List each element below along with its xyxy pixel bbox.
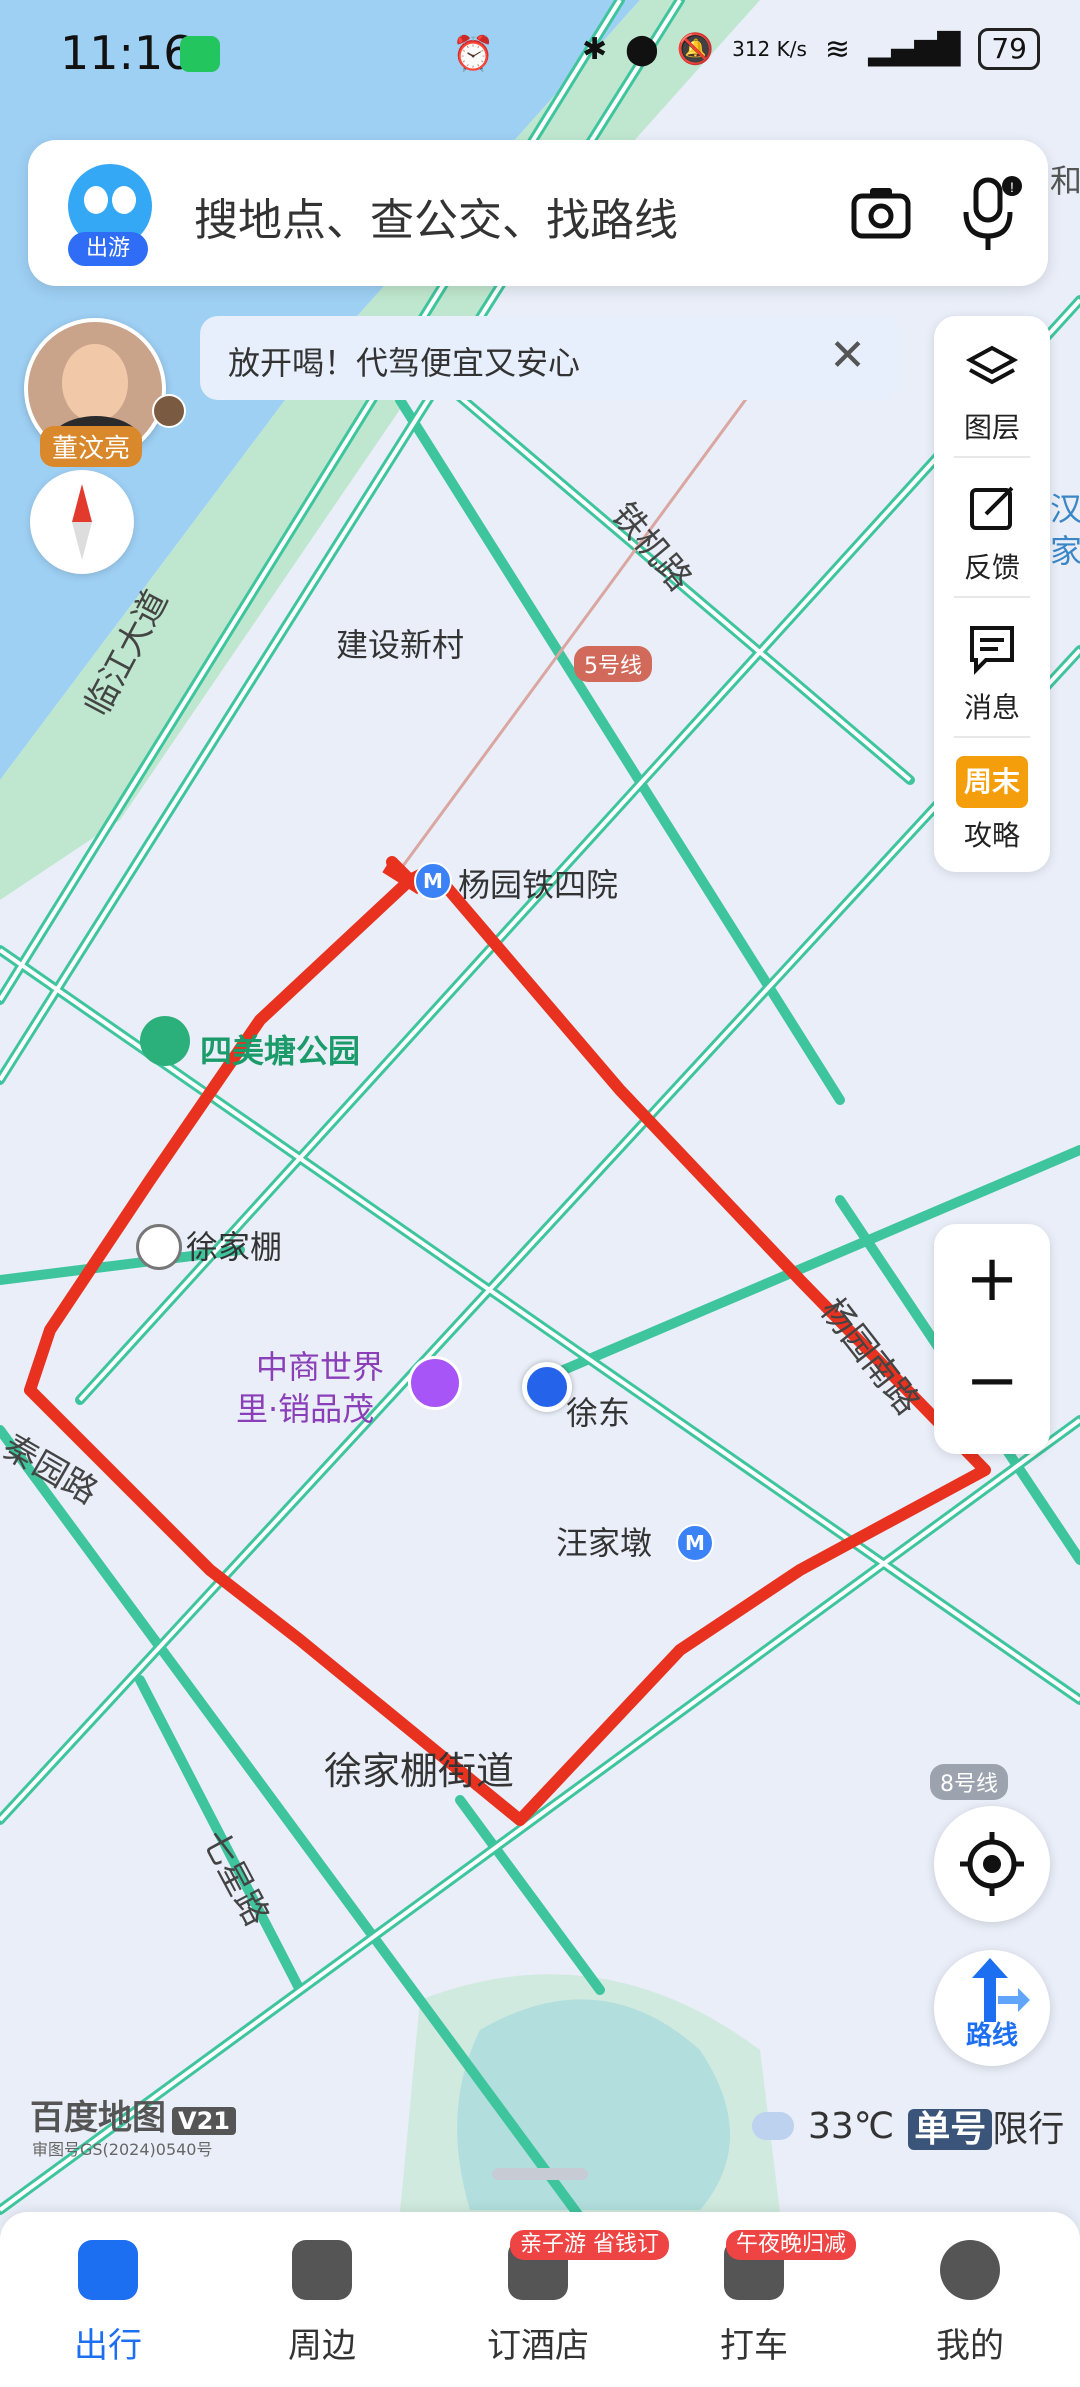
- map-label-edge: 和: [1050, 162, 1080, 200]
- map-label-yangyuan-metro[interactable]: 杨园铁四院: [458, 860, 618, 906]
- weather-widget[interactable]: 33℃ 单号 限行: [750, 2100, 1065, 2152]
- nearby-icon: [292, 2240, 352, 2300]
- sheet-drag-handle[interactable]: [492, 2168, 588, 2180]
- tab-nearby[interactable]: 周边: [242, 2240, 402, 2367]
- weather-icon: [750, 2100, 794, 2140]
- promo-badge: 亲子游 省钱订: [510, 2230, 669, 2260]
- tab-label: 订酒店: [487, 2326, 589, 2366]
- map-brand: 百度地图 V21: [30, 2090, 236, 2139]
- tab-label: 出行: [74, 2326, 142, 2366]
- svg-text:!: !: [1010, 179, 1014, 195]
- status-time: 11:16: [60, 26, 193, 80]
- plate-restriction-tag: 单号: [908, 2109, 993, 2150]
- net-speed: 312 K/s: [732, 37, 807, 61]
- map-label-mall-line2[interactable]: 里·销品茂: [236, 1384, 374, 1430]
- status-bar: 11:16 ⏰ ✱ ⬤ 🔕 312 K/s ≋ ▂▄▆█ 79: [0, 0, 1080, 110]
- travel-icon: [78, 2240, 138, 2300]
- map-label-jianshe[interactable]: 建设新村: [336, 620, 464, 666]
- weekend-guide-icon: 周末: [956, 756, 1028, 808]
- temperature: 33℃: [808, 2105, 895, 2147]
- location-icon: ⬤: [625, 31, 659, 67]
- map-label-street[interactable]: 徐家棚街道: [324, 1740, 514, 1795]
- layers-button[interactable]: 图层: [934, 330, 1050, 458]
- tab-travel[interactable]: 出行: [28, 2240, 188, 2367]
- zoom-control: + −: [934, 1224, 1050, 1454]
- locate-button[interactable]: [934, 1806, 1050, 1922]
- map-label-xudong[interactable]: 徐东: [566, 1388, 630, 1434]
- restriction-label: 限行: [992, 2109, 1065, 2150]
- avatar-tag: 出游: [68, 232, 148, 266]
- map-label-simei-park[interactable]: 四美塘公园: [200, 1026, 360, 1072]
- tool-label: 图层: [963, 411, 1020, 444]
- route-button[interactable]: 路线: [934, 1950, 1050, 2066]
- bottom-tab-bar: 出行 周边 亲子游 省钱订 订酒店 午夜晚归减 打车 我的: [0, 2212, 1080, 2387]
- alarm-icon: ⏰: [452, 34, 495, 74]
- tab-label: 打车: [720, 2326, 788, 2366]
- mute-icon: 🔕: [676, 31, 715, 67]
- metro-icon[interactable]: M: [414, 862, 452, 900]
- bluetooth-icon: ✱: [582, 31, 608, 67]
- tab-label: 周边: [288, 2326, 356, 2366]
- status-right: ✱ ⬤ 🔕 312 K/s ≋ ▂▄▆█ 79: [582, 28, 1040, 70]
- zoom-out-button[interactable]: −: [934, 1344, 1050, 1418]
- mascot-avatar[interactable]: 出游: [62, 164, 158, 266]
- map-label-mall-line1[interactable]: 中商世界: [256, 1342, 384, 1388]
- brand-name: 百度地图: [30, 2098, 166, 2138]
- park-icon: [140, 1016, 190, 1066]
- tab-hotel[interactable]: 亲子游 省钱订 订酒店: [458, 2230, 669, 2367]
- tab-profile[interactable]: 我的: [890, 2240, 1050, 2367]
- feedback-icon: [970, 486, 1014, 530]
- feedback-button[interactable]: 反馈: [934, 470, 1050, 598]
- promo-badge: 午夜晚归减: [726, 2230, 857, 2260]
- current-location-marker: [522, 1362, 572, 1412]
- voice-guide-avatar[interactable]: 董汶亮: [24, 318, 186, 467]
- tool-label: 反馈: [963, 551, 1020, 584]
- wechat-icon: [180, 36, 220, 72]
- profile-icon: [940, 2240, 1000, 2300]
- tool-label: 消息: [963, 691, 1020, 724]
- tab-label: 我的: [936, 2326, 1004, 2366]
- layers-icon: [965, 345, 1019, 385]
- search-input[interactable]: 搜地点、查公交、找路线: [194, 184, 678, 248]
- voice-guide-name: 董汶亮: [40, 426, 143, 467]
- signal-icon: ▂▄▆█: [868, 31, 961, 67]
- weekend-guide-button[interactable]: 周末 攻略: [934, 746, 1050, 866]
- zoom-in-button[interactable]: +: [934, 1242, 1050, 1316]
- tool-label: 攻略: [963, 819, 1020, 852]
- map-label-xujiapeng[interactable]: 徐家棚: [186, 1222, 282, 1268]
- battery-icon: 79: [978, 28, 1040, 70]
- wifi-icon: ≋: [824, 31, 851, 67]
- close-icon[interactable]: ✕: [829, 330, 866, 381]
- shopping-icon[interactable]: [408, 1356, 462, 1410]
- metro-line-8-tag: 8号线: [930, 1764, 1008, 1800]
- map-tools-panel: 图层 反馈 消息 周末 攻略: [934, 316, 1050, 872]
- compass-icon[interactable]: [30, 470, 134, 574]
- map-label-edge: 汉: [1050, 490, 1080, 528]
- map-label-edge: 家: [1050, 532, 1080, 570]
- metro-icon[interactable]: M: [676, 1524, 714, 1562]
- crosshair-icon: [960, 1832, 1024, 1896]
- audio-icon: [152, 394, 186, 428]
- message-icon: [970, 626, 1014, 675]
- camera-icon[interactable]: [848, 180, 914, 246]
- map-label-wangjiadun[interactable]: 汪家墩: [556, 1518, 652, 1564]
- promo-banner[interactable]: 放开喝！代驾便宜又安心 ✕: [200, 316, 900, 400]
- route-label: 路线: [965, 2021, 1018, 2051]
- transfer-icon: [136, 1224, 182, 1270]
- search-bar[interactable]: 出游 搜地点、查公交、找路线 !: [28, 140, 1048, 286]
- brand-version: V21: [172, 2107, 236, 2135]
- message-button[interactable]: 消息: [934, 610, 1050, 738]
- tab-taxi[interactable]: 午夜晚归减 打车: [674, 2230, 857, 2367]
- microphone-icon[interactable]: !: [956, 174, 1022, 254]
- map-approval-number: 审图号GS(2024)0540号: [32, 2140, 213, 2159]
- metro-line-5-tag: 5号线: [574, 646, 652, 682]
- banner-text: 放开喝！代驾便宜又安心: [228, 344, 581, 382]
